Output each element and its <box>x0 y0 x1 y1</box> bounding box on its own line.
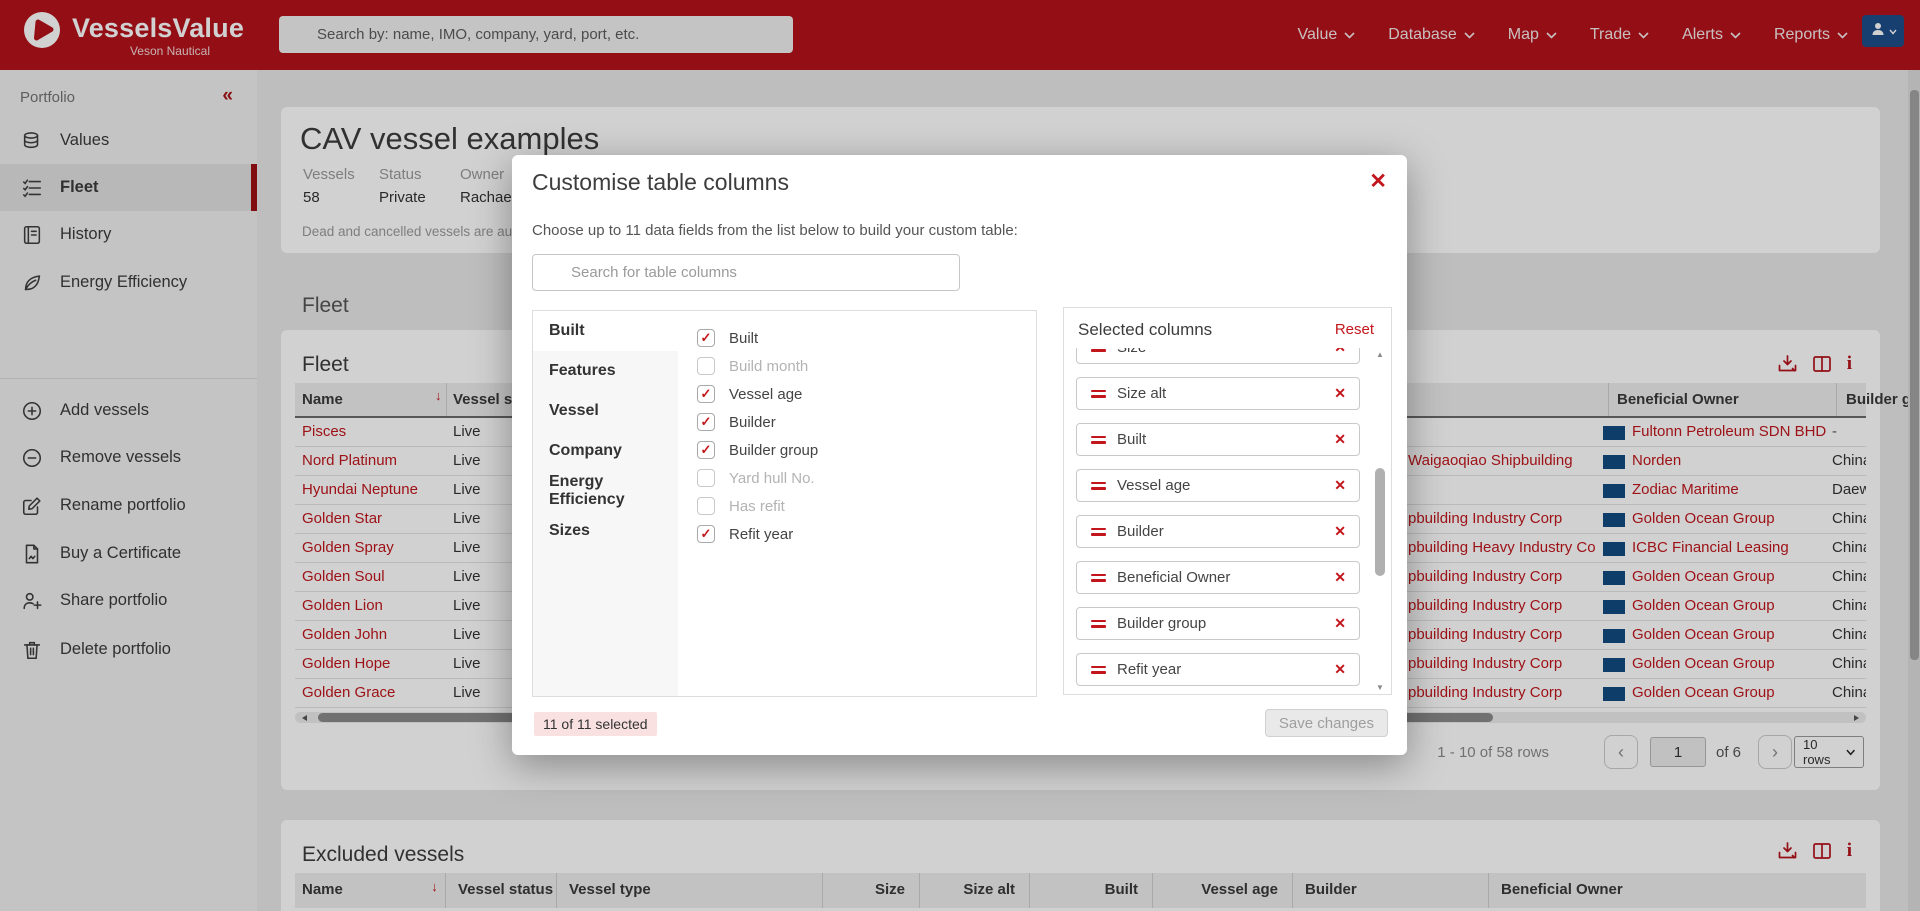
field-row-built[interactable]: ✓ Built <box>697 324 758 352</box>
field-row-build-month[interactable]: Build month <box>697 352 808 380</box>
scroll-up-icon[interactable]: ▲ <box>1376 350 1384 359</box>
field-row-builder[interactable]: ✓ Builder <box>697 408 776 436</box>
selected-column-label: Refit year <box>1117 661 1181 678</box>
checkbox-checked-icon[interactable]: ✓ <box>697 441 715 459</box>
selected-column-item[interactable]: Size ✕ <box>1076 348 1360 364</box>
checkbox-unchecked-icon[interactable] <box>697 497 715 515</box>
fields-panel: Built Features Vessel Company Energy Eff… <box>532 310 1037 697</box>
modal-subtitle: Choose up to 11 data fields from the lis… <box>532 222 1018 239</box>
selected-column-item[interactable]: Builder group ✕ <box>1076 607 1360 640</box>
selected-column-item[interactable]: Built ✕ <box>1076 423 1360 456</box>
selected-column-label: Builder group <box>1117 615 1206 632</box>
drag-handle-icon[interactable] <box>1091 348 1106 355</box>
category-features[interactable]: Features <box>533 351 678 391</box>
category-vessel[interactable]: Vessel <box>533 391 678 431</box>
field-row-refit-year[interactable]: ✓ Refit year <box>697 520 793 548</box>
column-search-input[interactable] <box>532 254 960 291</box>
close-icon[interactable]: ✕ <box>1369 169 1387 194</box>
checkbox-unchecked-icon[interactable] <box>697 469 715 487</box>
field-label: Built <box>729 330 758 347</box>
drag-handle-icon[interactable] <box>1091 525 1106 539</box>
selected-columns-list: Size ✕ Size alt ✕ Built ✕ Vessel age ✕ B… <box>1064 348 1369 694</box>
selected-column-label: Built <box>1117 431 1146 448</box>
field-row-yard-hull-no[interactable]: Yard hull No. <box>697 464 815 492</box>
field-row-vessel-age[interactable]: ✓ Vessel age <box>697 380 802 408</box>
category-company[interactable]: Company <box>533 431 678 471</box>
selected-columns-title: Selected columns <box>1078 320 1212 340</box>
checkbox-checked-icon[interactable]: ✓ <box>697 525 715 543</box>
remove-column-icon[interactable]: ✕ <box>1334 385 1346 402</box>
remove-column-icon[interactable]: ✕ <box>1334 348 1346 356</box>
checkbox-checked-icon[interactable]: ✓ <box>697 329 715 347</box>
checkbox-checked-icon[interactable]: ✓ <box>697 413 715 431</box>
selected-column-label: Beneficial Owner <box>1117 569 1230 586</box>
field-label: Vessel age <box>729 386 802 403</box>
selected-column-item[interactable]: Builder ✕ <box>1076 515 1360 548</box>
field-label: Yard hull No. <box>729 470 815 487</box>
field-label: Builder group <box>729 442 818 459</box>
remove-column-icon[interactable]: ✕ <box>1334 615 1346 632</box>
remove-column-icon[interactable]: ✕ <box>1334 523 1346 540</box>
reset-link[interactable]: Reset <box>1335 321 1374 338</box>
category-built[interactable]: Built <box>533 311 678 351</box>
remove-column-icon[interactable]: ✕ <box>1334 431 1346 448</box>
field-label: Build month <box>729 358 808 375</box>
drag-handle-icon[interactable] <box>1091 433 1106 447</box>
selected-column-item[interactable]: Size alt ✕ <box>1076 377 1360 410</box>
checkbox-unchecked-icon[interactable] <box>697 357 715 375</box>
remove-column-icon[interactable]: ✕ <box>1334 477 1346 494</box>
selected-column-item[interactable]: Refit year ✕ <box>1076 653 1360 686</box>
remove-column-icon[interactable]: ✕ <box>1334 661 1346 678</box>
modal-title: Customise table columns <box>532 169 789 196</box>
selected-column-label: Vessel age <box>1117 477 1190 494</box>
scroll-down-icon[interactable]: ▼ <box>1376 683 1384 692</box>
selected-column-label: Size alt <box>1117 385 1166 402</box>
selected-columns-panel: Selected columns Reset Size ✕ Size alt ✕… <box>1063 307 1392 695</box>
category-energy-efficiency[interactable]: Energy Efficiency <box>533 471 678 511</box>
customise-columns-modal: Customise table columns ✕ Choose up to 1… <box>512 155 1407 755</box>
save-changes-button[interactable]: Save changes <box>1265 709 1388 737</box>
selected-column-item[interactable]: Vessel age ✕ <box>1076 469 1360 502</box>
drag-handle-icon[interactable] <box>1091 663 1106 677</box>
drag-handle-icon[interactable] <box>1091 479 1106 493</box>
selection-count-badge: 11 of 11 selected <box>534 712 657 736</box>
drag-handle-icon[interactable] <box>1091 387 1106 401</box>
field-label: Builder <box>729 414 776 431</box>
selected-column-label: Builder <box>1117 523 1164 540</box>
field-row-builder-group[interactable]: ✓ Builder group <box>697 436 818 464</box>
list-scrollbar[interactable]: ▲ ▼ <box>1374 350 1386 692</box>
field-label: Has refit <box>729 498 785 515</box>
selected-column-item[interactable]: Beneficial Owner ✕ <box>1076 561 1360 594</box>
selected-column-label: Size <box>1117 348 1146 356</box>
drag-handle-icon[interactable] <box>1091 571 1106 585</box>
drag-handle-icon[interactable] <box>1091 617 1106 631</box>
category-column: Built Features Vessel Company Energy Eff… <box>533 311 678 696</box>
field-label: Refit year <box>729 526 793 543</box>
checkbox-checked-icon[interactable]: ✓ <box>697 385 715 403</box>
remove-column-icon[interactable]: ✕ <box>1334 569 1346 586</box>
list-scrollbar-thumb[interactable] <box>1375 468 1385 576</box>
category-sizes[interactable]: Sizes <box>533 511 678 551</box>
field-row-has-refit[interactable]: Has refit <box>697 492 785 520</box>
